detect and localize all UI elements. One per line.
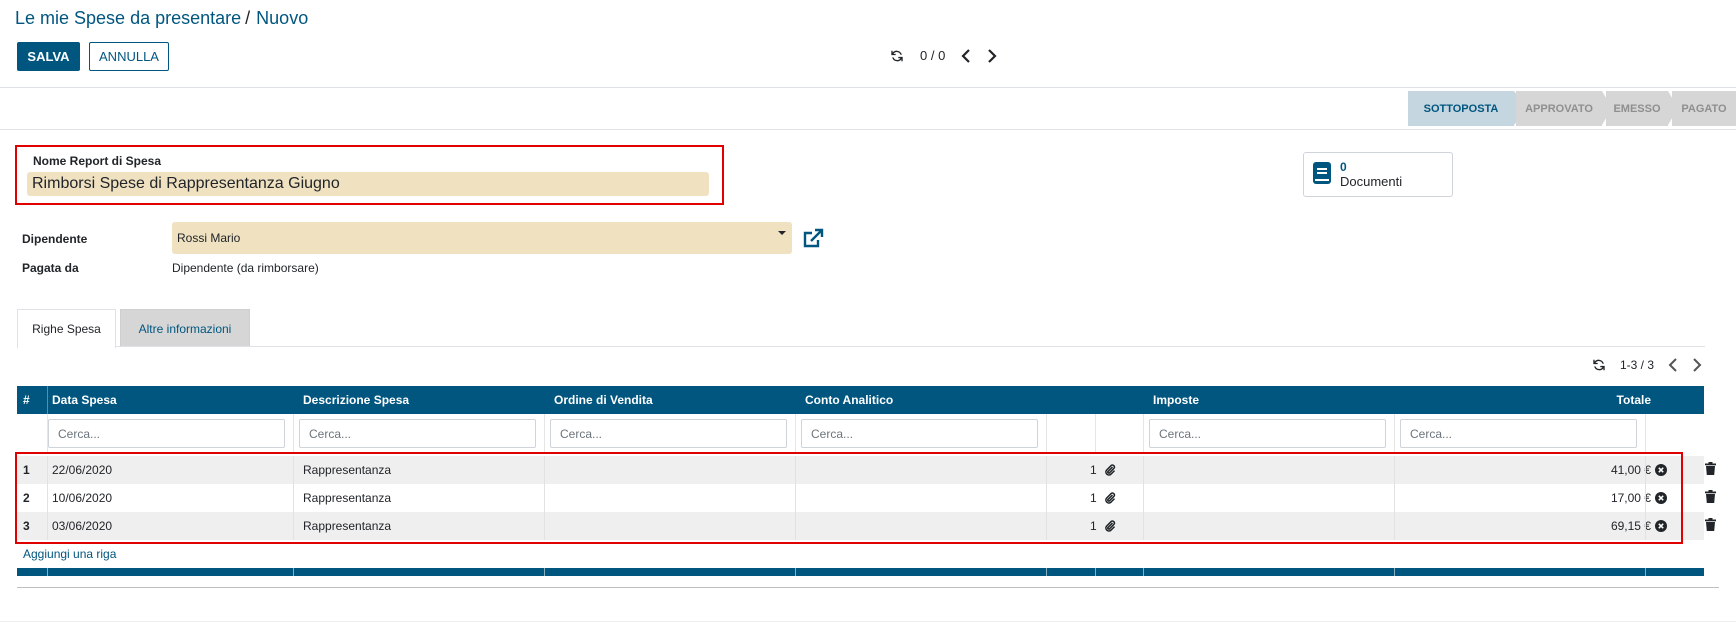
column-header-description[interactable]: Descrizione Spesa: [303, 386, 409, 414]
chevron-right-icon[interactable]: [1692, 358, 1702, 372]
external-link-icon[interactable]: [802, 228, 824, 250]
row-description: Rappresentanza: [303, 463, 392, 477]
record-pager: 0 / 0: [890, 48, 997, 63]
paid-by-label: Pagata da: [22, 261, 79, 275]
employee-label: Dipendente: [22, 232, 88, 246]
tab-expense-lines[interactable]: Righe Spesa: [17, 309, 116, 348]
filter-total-input[interactable]: [1400, 419, 1637, 448]
divider: [17, 587, 1719, 588]
status-stage-sottoposta[interactable]: SOTTOPOSTA: [1408, 91, 1528, 126]
remove-circle-icon[interactable]: [1655, 456, 1667, 484]
filter-taxes-input[interactable]: [1149, 419, 1386, 448]
book-icon: [1312, 161, 1332, 188]
trash-icon[interactable]: [1705, 518, 1716, 531]
row-number: 3: [23, 519, 30, 533]
column-header-number[interactable]: #: [23, 386, 30, 414]
filter-description-input[interactable]: [299, 419, 536, 448]
status-stage-approvato[interactable]: APPROVATO: [1516, 91, 1612, 126]
list-pager: 1-3 / 3: [1592, 358, 1702, 372]
employee-value: Rossi Mario: [177, 231, 241, 245]
filter-sale-order-input[interactable]: [550, 419, 787, 448]
save-button[interactable]: SALVA: [17, 42, 80, 71]
chevron-right-icon[interactable]: [987, 48, 997, 63]
breadcrumb-parent-link[interactable]: Le mie Spese da presentare: [15, 8, 241, 28]
refresh-icon[interactable]: [1592, 358, 1606, 372]
row-description: Rappresentanza: [303, 491, 392, 505]
column-header-date[interactable]: Data Spesa: [52, 386, 117, 414]
row-date: 22/06/2020: [52, 463, 113, 477]
remove-circle-icon[interactable]: [1655, 512, 1667, 540]
breadcrumb: Le mie Spese da presentare / Nuovo: [15, 8, 308, 29]
column-header-analytic-account[interactable]: Conto Analitico: [805, 386, 893, 414]
paid-by-value[interactable]: Dipendente (da rimborsare): [172, 261, 319, 275]
documents-smart-button[interactable]: 0 Documenti: [1303, 152, 1453, 197]
divider: [0, 87, 1736, 88]
report-name-label: Nome Report di Spesa: [33, 154, 162, 168]
tab-divider: [17, 346, 1705, 347]
add-line-link[interactable]: Aggiungi una riga: [23, 547, 116, 561]
breadcrumb-separator: /: [245, 8, 251, 28]
documents-count: 0: [1340, 160, 1347, 174]
filter-date-input[interactable]: [48, 419, 285, 448]
trash-icon[interactable]: [1705, 490, 1716, 503]
documents-label: Documenti: [1340, 174, 1403, 189]
table-row[interactable]: 1 22/06/2020 Rappresentanza 1 41,00 €: [17, 456, 1704, 484]
caret-down-icon: [778, 231, 786, 235]
refresh-icon[interactable]: [890, 49, 904, 63]
row-quantity: 1: [1090, 491, 1097, 505]
status-stage-pagato[interactable]: PAGATO: [1672, 91, 1736, 126]
row-date: 10/06/2020: [52, 491, 113, 505]
tab-other-info[interactable]: Altre informazioni: [120, 309, 250, 347]
divider: [0, 129, 1736, 130]
column-header-taxes[interactable]: Imposte: [1153, 386, 1199, 414]
table-row[interactable]: 2 10/06/2020 Rappresentanza 1 17,00 €: [17, 484, 1704, 512]
chevron-left-icon[interactable]: [961, 48, 971, 63]
row-quantity: 1: [1090, 519, 1097, 533]
report-name-input[interactable]: Rimborsi Spese di Rappresentanza Giugno: [27, 172, 709, 196]
chevron-left-icon[interactable]: [1668, 358, 1678, 372]
list-counter: 1-3 / 3: [1620, 358, 1655, 372]
row-date: 03/06/2020: [52, 519, 113, 533]
row-number: 2: [23, 491, 30, 505]
trash-icon[interactable]: [1705, 462, 1716, 475]
table-footer: [17, 568, 1704, 576]
record-counter: 0 / 0: [920, 48, 946, 63]
breadcrumb-current: Nuovo: [256, 8, 309, 28]
table-row[interactable]: 3 03/06/2020 Rappresentanza 1 69,15 €: [17, 512, 1704, 540]
discard-button[interactable]: ANNULLA: [89, 42, 169, 71]
column-header-sale-order[interactable]: Ordine di Vendita: [554, 386, 653, 414]
paperclip-icon[interactable]: [1104, 456, 1116, 484]
employee-select[interactable]: Rossi Mario: [172, 222, 792, 254]
paperclip-icon[interactable]: [1104, 512, 1116, 540]
status-stage-emesso[interactable]: EMESSO: [1606, 91, 1678, 126]
column-header-total[interactable]: Totale: [1617, 386, 1651, 414]
filter-analytic-account-input[interactable]: [801, 419, 1038, 448]
row-description: Rappresentanza: [303, 519, 392, 533]
row-quantity: 1: [1090, 463, 1097, 477]
divider: [0, 621, 1736, 622]
table-header: # Data Spesa Descrizione Spesa Ordine di…: [17, 386, 1704, 414]
paperclip-icon[interactable]: [1104, 484, 1116, 512]
remove-circle-icon[interactable]: [1655, 484, 1667, 512]
row-number: 1: [23, 463, 30, 477]
filter-row: [17, 414, 1704, 452]
